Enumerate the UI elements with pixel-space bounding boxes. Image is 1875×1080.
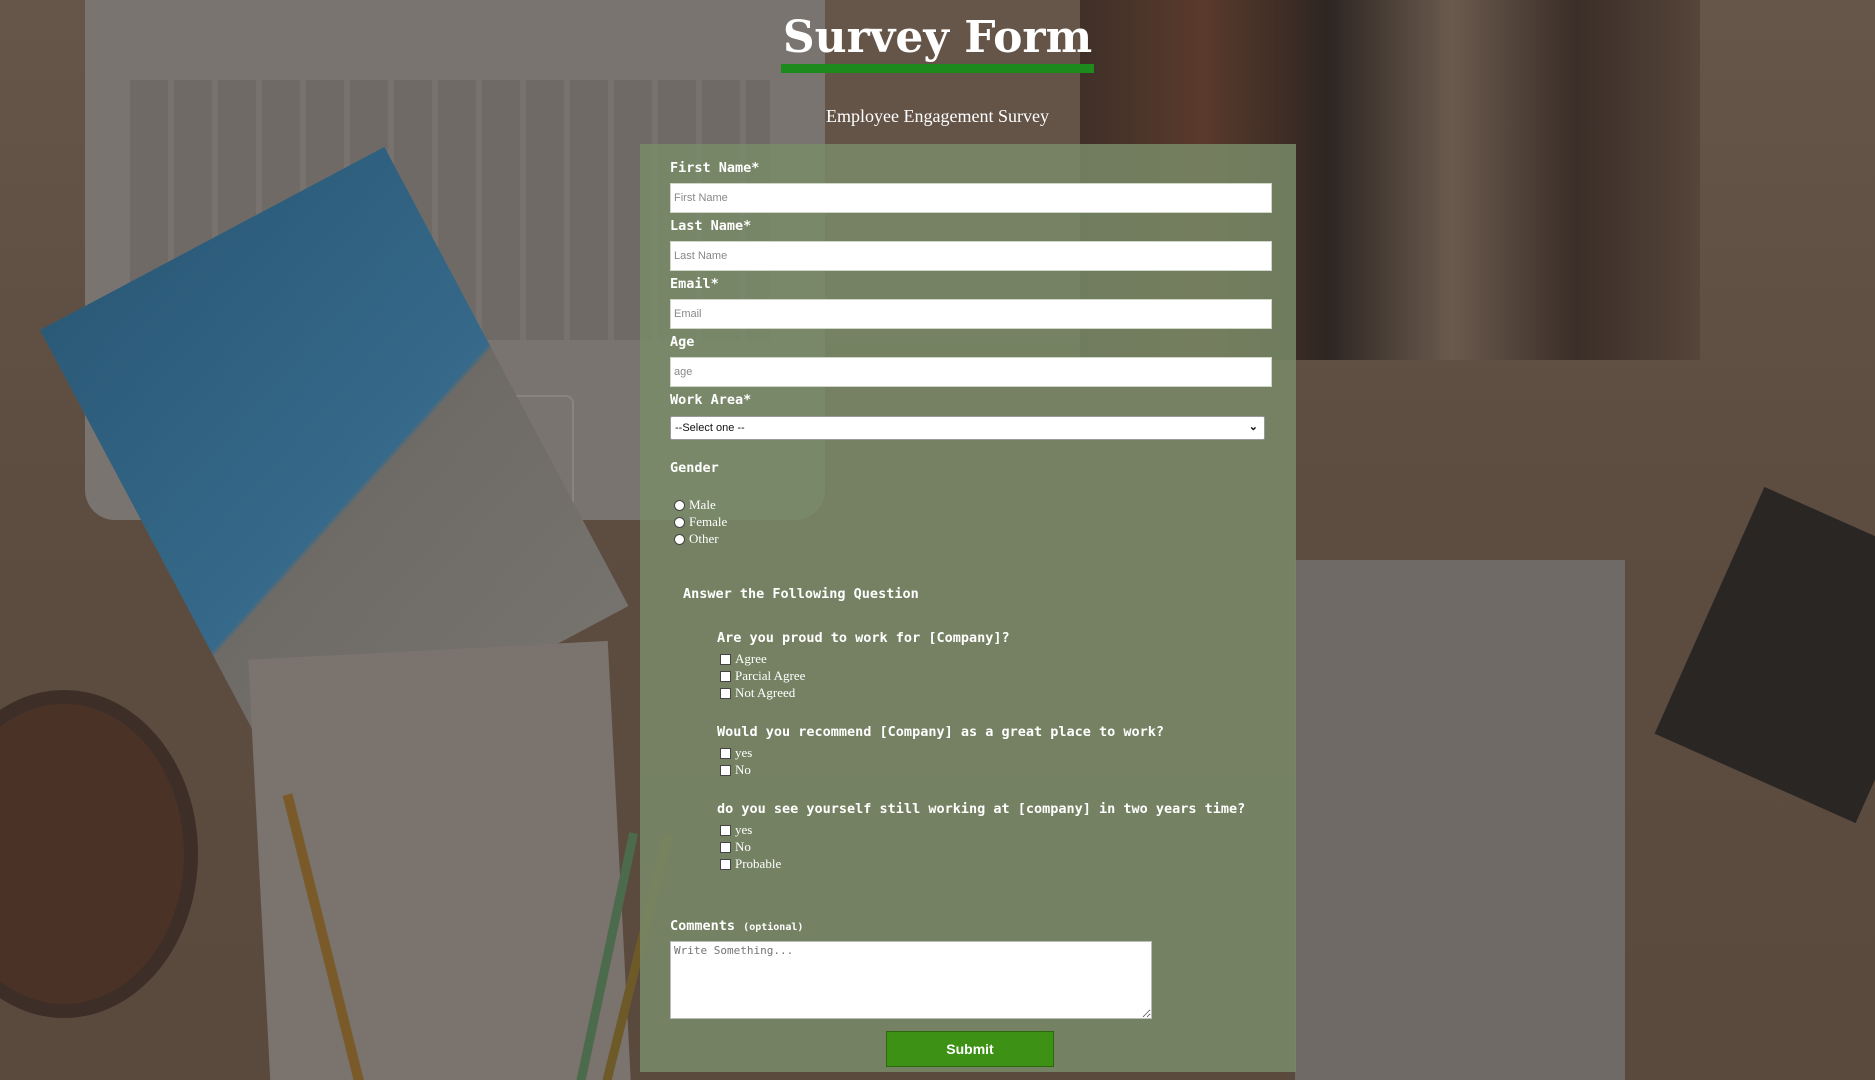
first-name-input[interactable] — [670, 183, 1272, 213]
work-area-selected-value: --Select one -- — [675, 422, 745, 434]
radio-button[interactable] — [674, 499, 685, 511]
checkbox[interactable] — [720, 858, 731, 870]
gender-option-label: Female — [689, 514, 728, 529]
gender-option-other[interactable]: Other — [674, 531, 719, 547]
question-option-label: Probable — [735, 856, 782, 871]
page-subtitle: Employee Engagement Survey — [826, 106, 1049, 126]
checkbox[interactable] — [720, 653, 731, 665]
question-option-label: Agree — [735, 651, 767, 666]
background-paper — [1295, 560, 1625, 1080]
comments-label: Comments (optional) — [670, 918, 803, 934]
gender-option-female[interactable]: Female — [674, 514, 727, 530]
last-name-label: Last Name* — [670, 218, 752, 234]
gender-option-label: Male — [689, 497, 716, 512]
age-label: Age — [670, 334, 695, 350]
checkbox[interactable] — [720, 747, 731, 759]
background-tablet — [1654, 486, 1875, 824]
question-option-label: yes — [735, 822, 753, 837]
checkbox[interactable] — [720, 824, 731, 836]
checkbox[interactable] — [720, 670, 731, 682]
checkbox[interactable] — [720, 687, 731, 699]
question-option-label: No — [735, 762, 751, 777]
question-option[interactable]: yes — [720, 745, 752, 761]
submit-button[interactable]: Submit — [886, 1031, 1054, 1067]
gender-option-label: Other — [689, 531, 719, 546]
question-option[interactable]: Parcial Agree — [720, 668, 805, 684]
background-mug — [0, 690, 198, 1018]
comments-label-text: Comments — [670, 918, 736, 934]
page-title-text: Survey Form — [780, 13, 1095, 74]
gender-label: Gender — [670, 460, 719, 476]
checkbox[interactable] — [720, 841, 731, 853]
question-two-years: do you see yourself still working at [co… — [717, 801, 1246, 817]
checkbox[interactable] — [720, 764, 731, 776]
radio-button[interactable] — [674, 533, 685, 545]
chevron-down-icon: ⌄ — [1248, 421, 1258, 433]
email-label: Email* — [670, 276, 719, 292]
question-option[interactable]: No — [720, 762, 751, 778]
question-option[interactable]: No — [720, 839, 751, 855]
work-area-select[interactable]: --Select one -- ⌄ — [670, 416, 1265, 440]
question-option[interactable]: Not Agreed — [720, 685, 795, 701]
questions-heading: Answer the Following Question — [683, 586, 919, 602]
question-option-label: No — [735, 839, 751, 854]
survey-form: First Name* Last Name* Email* Age Work A… — [640, 144, 1296, 1072]
radio-button[interactable] — [674, 516, 685, 528]
comments-textarea[interactable] — [670, 941, 1152, 1019]
question-proud: Are you proud to work for [Company]? — [717, 630, 1010, 646]
last-name-input[interactable] — [670, 241, 1272, 271]
question-option[interactable]: yes — [720, 822, 752, 838]
page-title: Survey Form — [0, 12, 1875, 74]
work-area-label: Work Area* — [670, 392, 752, 408]
gender-option-male[interactable]: Male — [674, 497, 716, 513]
question-option-label: yes — [735, 745, 753, 760]
email-input[interactable] — [670, 299, 1272, 329]
question-option-label: Parcial Agree — [735, 668, 806, 683]
first-name-label: First Name* — [670, 160, 760, 176]
question-recommend: Would you recommend [Company] as a great… — [717, 724, 1165, 740]
age-input[interactable] — [670, 357, 1272, 387]
question-option-label: Not Agreed — [735, 685, 796, 700]
comments-optional-note: (optional) — [743, 922, 804, 933]
question-option[interactable]: Agree — [720, 651, 767, 667]
question-option[interactable]: Probable — [720, 856, 781, 872]
